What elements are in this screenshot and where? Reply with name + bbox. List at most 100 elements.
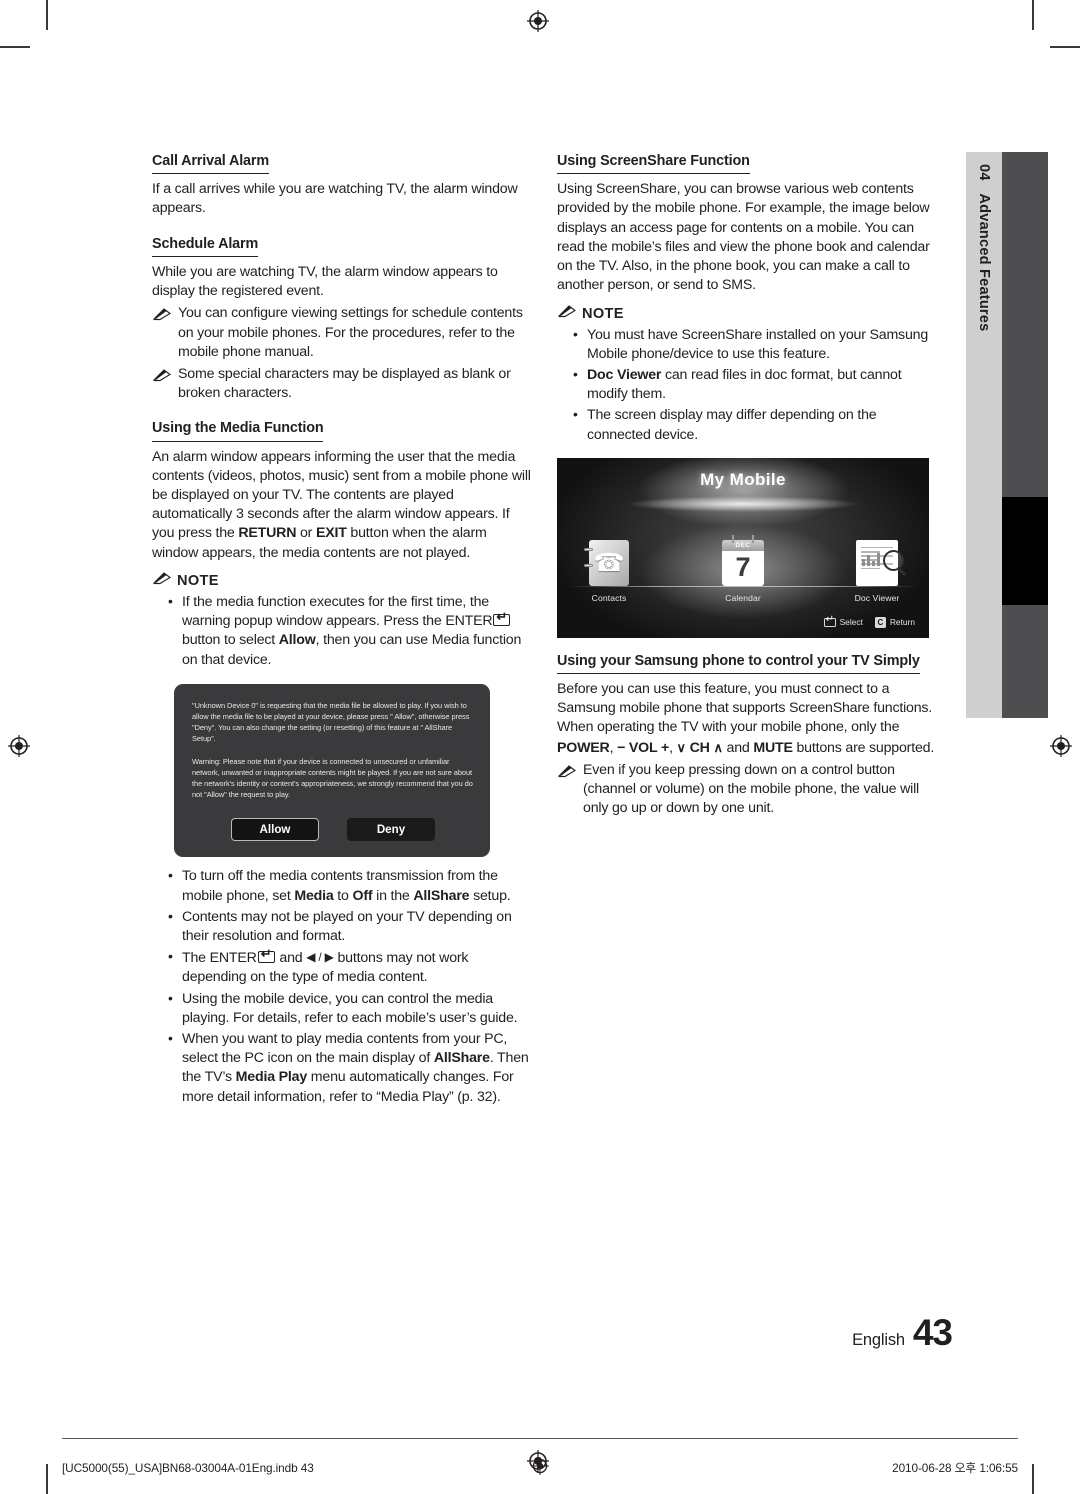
note-first-part-2: button to select [182, 632, 279, 649]
screenshare-heading: Using ScreenShare Function [557, 153, 750, 175]
pencil-icon [152, 572, 172, 590]
media-play-emphasis: Media Play [235, 1069, 308, 1086]
deny-button[interactable]: Deny [347, 818, 435, 842]
left-column: Call Arrival Alarm If a call arrives whi… [152, 152, 532, 1109]
media-function-heading: Using the Media Function [152, 420, 324, 442]
select-hint-label: Select [839, 617, 863, 628]
handset-glyph: ☎ [593, 548, 625, 577]
off-emphasis: Off [352, 887, 373, 904]
phone-icon: ☎ [584, 539, 629, 586]
power-key-label: POWER [557, 739, 610, 756]
my-mobile-icon-row: ☎ Contacts DEC 7 Calendar Doc Viewer [557, 534, 929, 603]
footer-divider [62, 1437, 1018, 1439]
list-item: Doc Viewer can read files in doc format,… [557, 365, 937, 404]
list-item: Contents may not be played on your TV de… [152, 907, 532, 946]
crop-mark-top-left-horizontal [0, 46, 30, 48]
footer-timestamp: 2010-06-28 오후 1:06:55 [892, 1461, 1018, 1475]
call-arrival-section: Call Arrival Alarm If a call arrives whi… [152, 152, 532, 219]
calendar-day: 7 [735, 551, 751, 582]
allshare-emphasis: AllShare [413, 887, 470, 904]
schedule-alarm-body: While you are watching TV, the alarm win… [152, 263, 498, 300]
control-tv-body-part-2: buttons are supported. [792, 739, 935, 756]
schedule-alarm-note-1: You can configure viewing settings for s… [152, 304, 532, 362]
c-key-icon: C [874, 616, 886, 628]
dialog-paragraph-2: Warning: Please note that if your device… [192, 756, 473, 800]
document-magnifier-icon [856, 539, 907, 586]
dialog-paragraph-1: "Unknown Device 0" is requesting that th… [192, 700, 470, 744]
calendar-menu-item[interactable]: DEC 7 Calendar [700, 534, 786, 603]
dialog-button-row: Allow Deny [192, 818, 474, 842]
title-glow [625, 495, 861, 512]
my-mobile-title: My Mobile [700, 469, 786, 489]
control-tv-body-part-1: Before you can use this feature, you mus… [557, 681, 933, 736]
list-item: The screen display may differ depending … [557, 405, 937, 444]
enter-key-label: ENTER [445, 613, 493, 630]
registration-mark-footer [531, 1457, 549, 1478]
pencil-icon [152, 365, 174, 382]
chapter-number: 04 [976, 164, 992, 181]
page-language: English [852, 1331, 905, 1349]
pencil-icon [557, 304, 577, 323]
doc-line [861, 546, 893, 549]
enter-key-icon [493, 610, 511, 627]
allshare-warning-dialog: "Unknown Device 0" is requesting that th… [174, 683, 490, 858]
screenshare-section: Using ScreenShare Function Using ScreenS… [557, 152, 937, 638]
bullet-1-part-4: setup. [469, 887, 511, 904]
control-tv-note: Even if you keep pressing down on a cont… [557, 761, 937, 819]
channel-down-icon: ∨ [676, 739, 687, 755]
schedule-alarm-note-1-text: You can configure viewing settings for s… [178, 305, 523, 360]
my-mobile-key-hints: Select C Return [823, 614, 915, 628]
list-item: To turn off the media contents transmiss… [152, 866, 532, 905]
chapter-title: Advanced Features [976, 193, 992, 332]
return-hint: C Return [874, 616, 915, 628]
control-tv-section: Using your Samsung phone to control your… [557, 652, 937, 819]
registration-mark-left [8, 735, 30, 757]
registration-mark-right [1050, 735, 1072, 757]
media-function-note-header: NOTE [152, 572, 532, 590]
crop-mark-bottom-right-vertical [1032, 1464, 1034, 1494]
chapter-tab-label: 04 Advanced Features [976, 164, 992, 331]
enter-key-icon [257, 947, 275, 964]
magnifier-handle [896, 566, 907, 576]
call-arrival-body: If a call arrives while you are watching… [152, 181, 518, 217]
registration-mark-top [527, 10, 549, 32]
channel-key-label: CH [685, 739, 714, 756]
crop-mark-top-right-vertical [1032, 0, 1034, 30]
calendar-glyph-wrap: DEC 7 [700, 534, 786, 586]
schedule-alarm-note-2: Some special characters may be displayed… [152, 365, 532, 403]
list-item: When you want to play media contents fro… [152, 1029, 532, 1107]
contacts-menu-item[interactable]: ☎ Contacts [566, 536, 652, 603]
doc-viewer-menu-item[interactable]: Doc Viewer [834, 536, 920, 603]
page-number-value: 43 [912, 1312, 953, 1353]
note-label: NOTE [582, 305, 624, 322]
contacts-label: Contacts [591, 592, 627, 603]
media-function-body-part-2: or [296, 525, 316, 542]
call-arrival-heading: Call Arrival Alarm [152, 153, 269, 175]
calendar-icon: DEC 7 [722, 534, 764, 586]
separator-2: , [669, 739, 677, 756]
return-hint-label: Return [889, 617, 915, 628]
right-column: Using ScreenShare Function Using ScreenS… [557, 152, 937, 818]
calendar-peg [752, 534, 754, 543]
bullet-3-prefix: The [182, 950, 210, 967]
list-item: Using the mobile device, you can control… [152, 989, 532, 1028]
pencil-icon [557, 761, 579, 778]
allow-button[interactable]: Allow [231, 818, 319, 842]
chapter-tab: 04 Advanced Features [966, 152, 1002, 718]
note-label: NOTE [177, 572, 219, 589]
select-hint: Select [823, 614, 863, 628]
calendar-month: DEC [722, 539, 764, 551]
left-right-arrow-icon: ◀ / ▶ [306, 950, 334, 965]
media-function-body: An alarm window appears informing the us… [152, 448, 532, 563]
media-function-bullet-list: To turn off the media contents transmiss… [152, 866, 532, 1107]
enter-key-icon [823, 614, 836, 627]
separator-3: and [722, 739, 754, 756]
list-item: If the media function executes for the f… [152, 592, 532, 670]
media-emphasis: Media [294, 887, 334, 904]
calendar-peg [732, 534, 734, 543]
my-mobile-screen-figure: My Mobile ☎ Contacts DEC 7 Calendar Doc … [557, 457, 929, 638]
volume-key-label: − VOL + [617, 739, 670, 756]
doc-line [861, 567, 881, 570]
schedule-alarm-heading: Schedule Alarm [152, 236, 258, 257]
control-tv-body: Before you can use this feature, you mus… [557, 680, 937, 758]
